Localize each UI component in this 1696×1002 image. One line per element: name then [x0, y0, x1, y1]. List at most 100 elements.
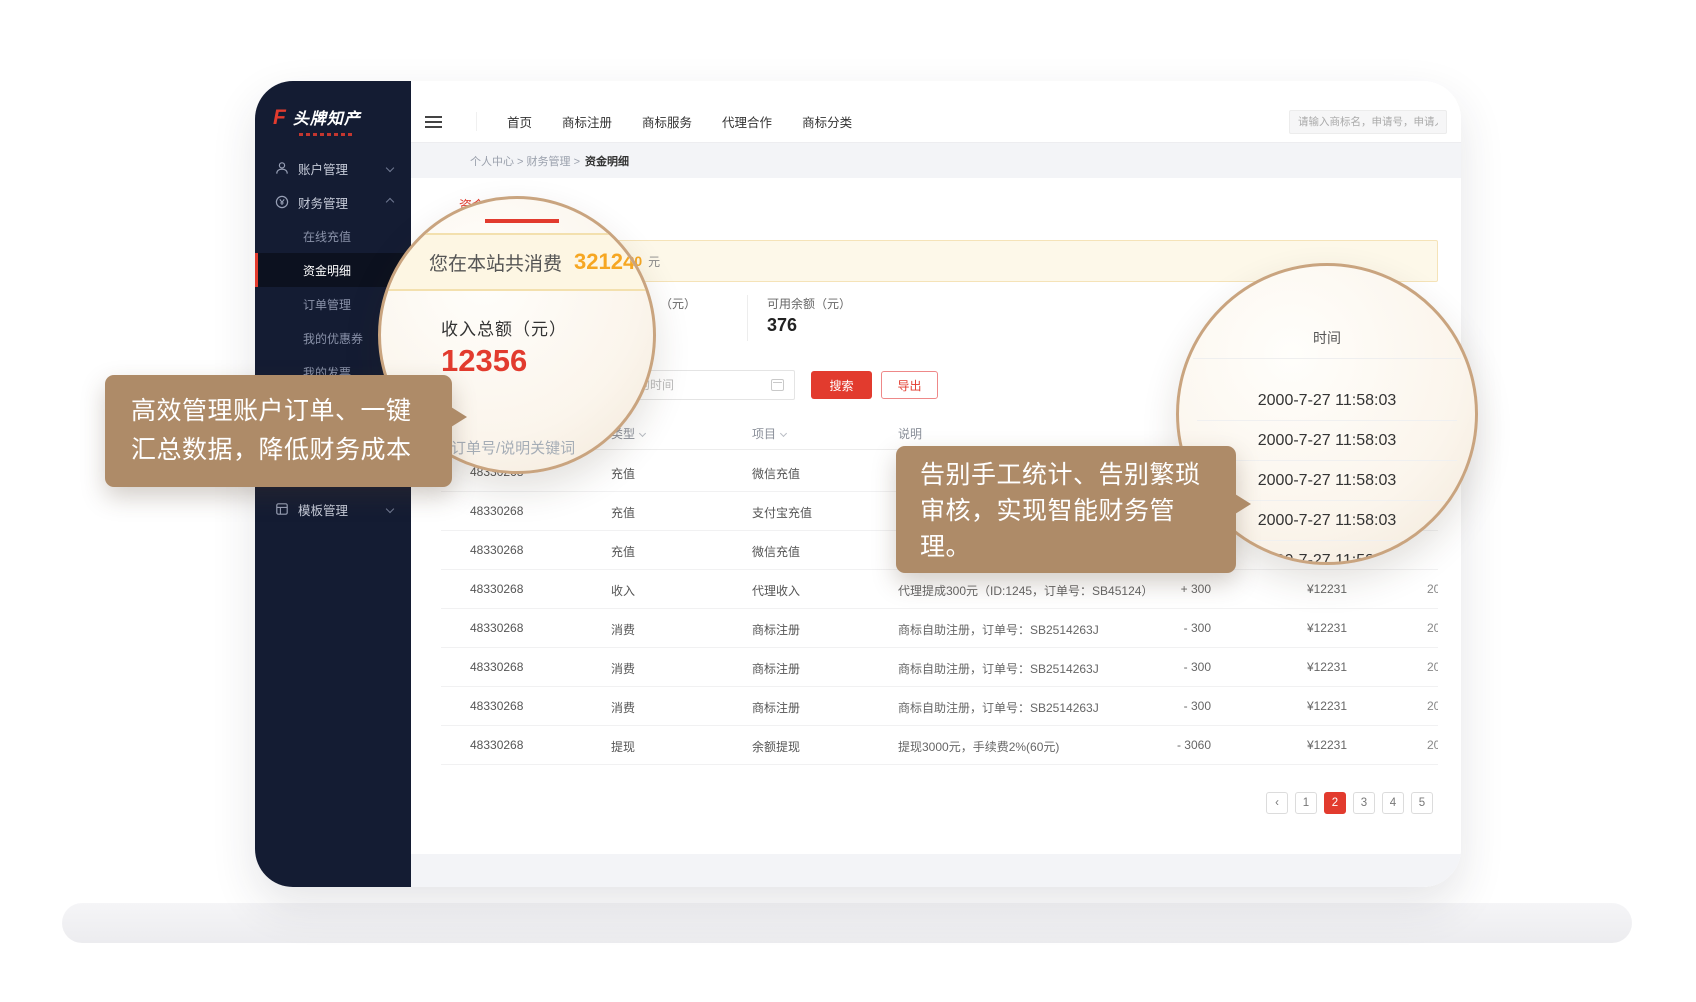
nav-agency-cooperation[interactable]: 代理合作	[722, 112, 772, 131]
sidebar-item-label: 资金明细	[303, 262, 351, 279]
table-row: 48330268 消费 商标注册 商标自助注册，订单号：SB2514263J -…	[441, 687, 1438, 726]
table-row: 48330268 消费 商标注册 商标自助注册，订单号：SB2514263J -…	[441, 648, 1438, 687]
magnified-order-header: 订单号/说明关键词	[451, 437, 575, 458]
breadcrumb: 个人中心 > 财务管理 > 资金明细	[411, 143, 1461, 178]
table-row: 48330268 提现 余额提现 提现3000元，手续费2%(60元) - 30…	[441, 726, 1438, 765]
pagination-page-5[interactable]: 5	[1411, 792, 1433, 814]
pagination-page-1[interactable]: 1	[1295, 792, 1317, 814]
finance-icon	[275, 195, 289, 209]
magnified-time-cell: 2000-7-27 11:58:03	[1197, 421, 1457, 461]
cell-project: 代理收入	[752, 582, 800, 599]
chevron-down-icon	[386, 164, 394, 172]
magnified-notice-value: 32124	[574, 249, 635, 275]
top-header: 首页 商标注册 商标服务 代理合作 商标分类	[411, 81, 1461, 143]
logo-subtext-decoration	[299, 133, 355, 136]
search-button[interactable]: 搜索	[811, 371, 872, 399]
cell-balance: ¥12231	[1271, 660, 1347, 674]
cell-type: 提现	[611, 738, 635, 755]
brand-logo-icon: F	[273, 107, 286, 128]
active-indicator	[255, 253, 258, 287]
menu-toggle-icon[interactable]	[425, 116, 442, 128]
cell-balance: ¥12231	[1271, 582, 1347, 596]
pagination-prev[interactable]: ‹	[1266, 792, 1288, 814]
sort-caret-icon	[780, 430, 787, 437]
cell-balance: ¥12231	[1271, 738, 1347, 752]
cell-project: 支付宝充值	[752, 504, 812, 521]
magnified-notice-bar: 您在本站共消费 32124	[378, 233, 656, 291]
cell-order: 48330268	[470, 504, 523, 518]
magnified-time-cell: 2000-7-27 11:58:03	[1197, 541, 1457, 565]
cell-desc: 提现3000元，手续费2%(60元)	[898, 738, 1059, 755]
callout-right: 告别手工统计、告别繁琐审核，实现智能财务管理。	[896, 446, 1236, 573]
magnified-time-header: 时间	[1179, 328, 1475, 348]
cell-desc: 商标自助注册，订单号：SB2514263J	[898, 621, 1099, 638]
cell-order: 48330268	[470, 699, 523, 713]
sidebar-item-label: 账户管理	[298, 159, 348, 178]
cell-order: 48330268	[470, 543, 523, 557]
cell-order: 48330268	[470, 582, 523, 596]
template-icon	[275, 502, 289, 516]
pagination-page-2[interactable]: 2	[1324, 792, 1346, 814]
cell-project: 商标注册	[752, 660, 800, 677]
sidebar-item-templates[interactable]: 模板管理	[255, 492, 411, 526]
magnified-notice-text: 您在本站共消费	[429, 249, 562, 276]
cell-project: 微信充值	[752, 465, 800, 482]
content-footer-strip	[411, 854, 1461, 887]
sidebar-item-label: 模板管理	[298, 500, 348, 519]
cell-type: 充值	[611, 543, 635, 560]
nav-trademark-services[interactable]: 商标服务	[642, 112, 692, 131]
cell-project: 商标注册	[752, 699, 800, 716]
breadcrumb-path[interactable]: 个人中心 > 财务管理 >	[470, 153, 580, 169]
available-balance-value: 376	[767, 315, 797, 336]
brand-logo[interactable]: F 头牌知产	[273, 105, 361, 129]
th-desc: 说明	[898, 425, 922, 442]
sidebar-item-label: 订单管理	[303, 296, 351, 313]
cell-type: 消费	[611, 621, 635, 638]
cell-balance: ¥12231	[1271, 621, 1347, 635]
stat-divider	[747, 295, 748, 341]
laptop-base	[62, 903, 1632, 943]
brand-name: 头牌知产	[293, 105, 361, 129]
global-search-input[interactable]	[1289, 110, 1447, 134]
pagination-page-4[interactable]: 4	[1382, 792, 1404, 814]
cell-desc: 代理提成300元（ID:1245，订单号：SB45124）	[898, 582, 1153, 599]
pagination: ‹ 1 2 3 4 5	[1266, 792, 1433, 814]
cell-time: 2000-7-27 11:58:03	[1427, 582, 1438, 596]
magnified-time-list: 2000-7-27 11:58:03 2000-7-27 11:58:03 20…	[1197, 381, 1457, 565]
callout-left: 高效管理账户订单、一键汇总数据，降低财务成本	[105, 375, 452, 487]
cell-project: 商标注册	[752, 621, 800, 638]
cell-order: 48330268	[470, 738, 523, 752]
cell-desc: 商标自助注册，订单号：SB2514263J	[898, 699, 1099, 716]
nav-home[interactable]: 首页	[507, 112, 532, 131]
table-row: 48330268 消费 商标注册 商标自助注册，订单号：SB2514263J -…	[441, 609, 1438, 648]
cell-amount: + 300	[1121, 582, 1211, 596]
cell-type: 充值	[611, 465, 635, 482]
cell-type: 消费	[611, 660, 635, 677]
export-button[interactable]: 导出	[881, 371, 938, 399]
chevron-up-icon	[386, 198, 394, 206]
nav-trademark-category[interactable]: 商标分类	[802, 112, 852, 131]
cell-type: 充值	[611, 504, 635, 521]
middle-stat-label: （元）	[660, 295, 696, 312]
th-project[interactable]: 项目	[752, 425, 786, 442]
breadcrumb-current: 资金明细	[585, 153, 629, 169]
available-balance-label: 可用余额（元）	[767, 295, 851, 312]
cell-project: 余额提现	[752, 738, 800, 755]
cell-order: 48330268	[470, 621, 523, 635]
nav-trademark-register[interactable]: 商标注册	[562, 112, 612, 131]
cell-balance: ¥12231	[1271, 699, 1347, 713]
user-icon	[275, 161, 289, 175]
cell-time: 2000-7-27 11:58:03	[1427, 621, 1438, 635]
cell-type: 消费	[611, 699, 635, 716]
sidebar-item-account[interactable]: 账户管理	[255, 151, 411, 185]
cell-amount: - 3060	[1121, 738, 1211, 752]
cell-time: 2000-7-27 11:58:03	[1427, 738, 1438, 752]
cell-project: 微信充值	[752, 543, 800, 560]
cell-time: 2000-7-27 11:58:03	[1427, 660, 1438, 674]
magnified-income-label: 收入总额（元）	[441, 315, 567, 340]
cell-order: 48330268	[470, 660, 523, 674]
pagination-page-3[interactable]: 3	[1353, 792, 1375, 814]
calendar-icon[interactable]	[771, 379, 784, 391]
magnified-tab-underline	[485, 219, 559, 223]
sidebar-item-finance[interactable]: 财务管理	[255, 185, 411, 219]
